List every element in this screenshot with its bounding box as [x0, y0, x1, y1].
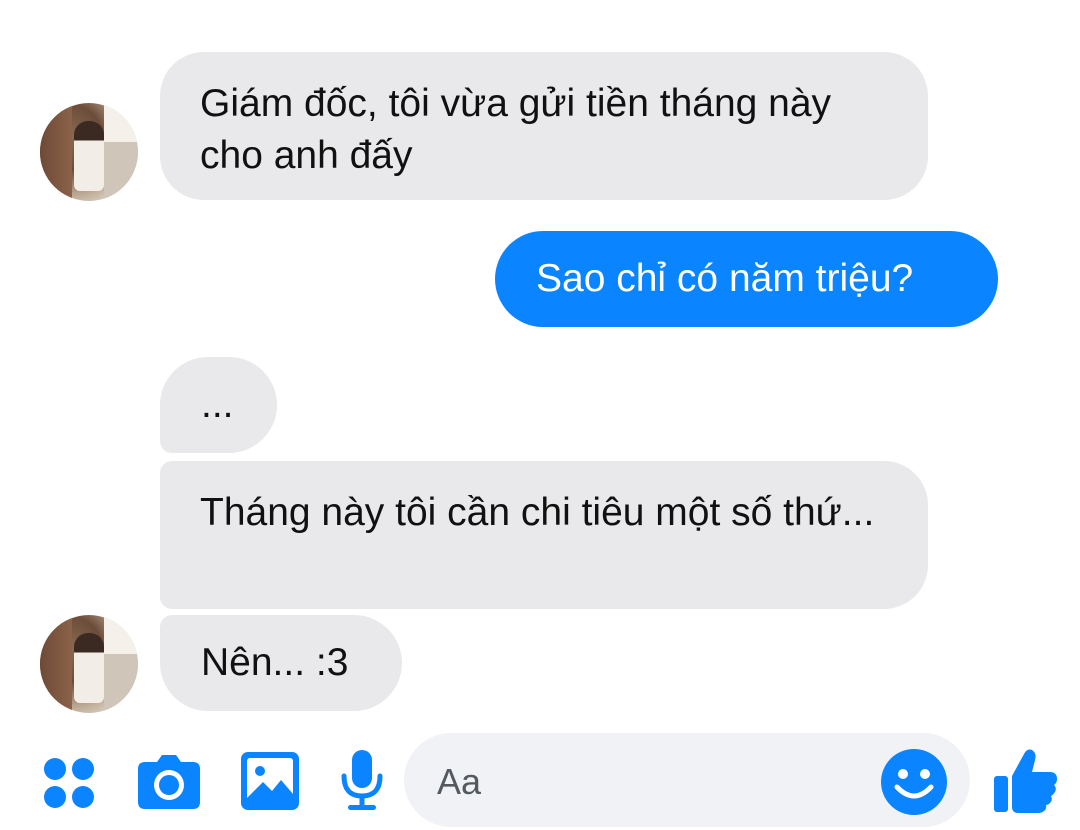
avatar[interactable] — [40, 103, 138, 201]
message-bubble-incoming[interactable]: Nên... :3 — [160, 615, 402, 711]
avatar-photo-street — [104, 615, 138, 713]
message-bubble-outgoing[interactable]: Sao chỉ có năm triệu? — [495, 231, 998, 327]
message-bubble-incoming[interactable]: Giám đốc, tôi vừa gửi tiền tháng này cho… — [160, 52, 928, 200]
microphone-icon[interactable] — [340, 750, 384, 812]
apps-icon[interactable] — [44, 758, 96, 810]
message-bubble-incoming[interactable]: ... — [160, 357, 277, 453]
avatar-photo-person — [74, 633, 104, 703]
camera-icon[interactable] — [137, 754, 201, 810]
message-bubble-incoming[interactable]: Tháng này tôi cần chi tiêu một số thứ... — [160, 461, 928, 609]
thumbs-up-icon[interactable] — [994, 748, 1058, 814]
emoji-icon[interactable] — [881, 749, 947, 815]
avatar-photo-wall — [40, 615, 72, 713]
message-input[interactable]: Aa — [404, 733, 970, 827]
avatar-photo-wall — [40, 103, 72, 201]
avatar[interactable] — [40, 615, 138, 713]
gallery-icon[interactable] — [241, 752, 299, 810]
avatar-photo-person — [74, 121, 104, 191]
message-input-placeholder: Aa — [437, 761, 482, 802]
avatar-photo-street — [104, 103, 138, 201]
